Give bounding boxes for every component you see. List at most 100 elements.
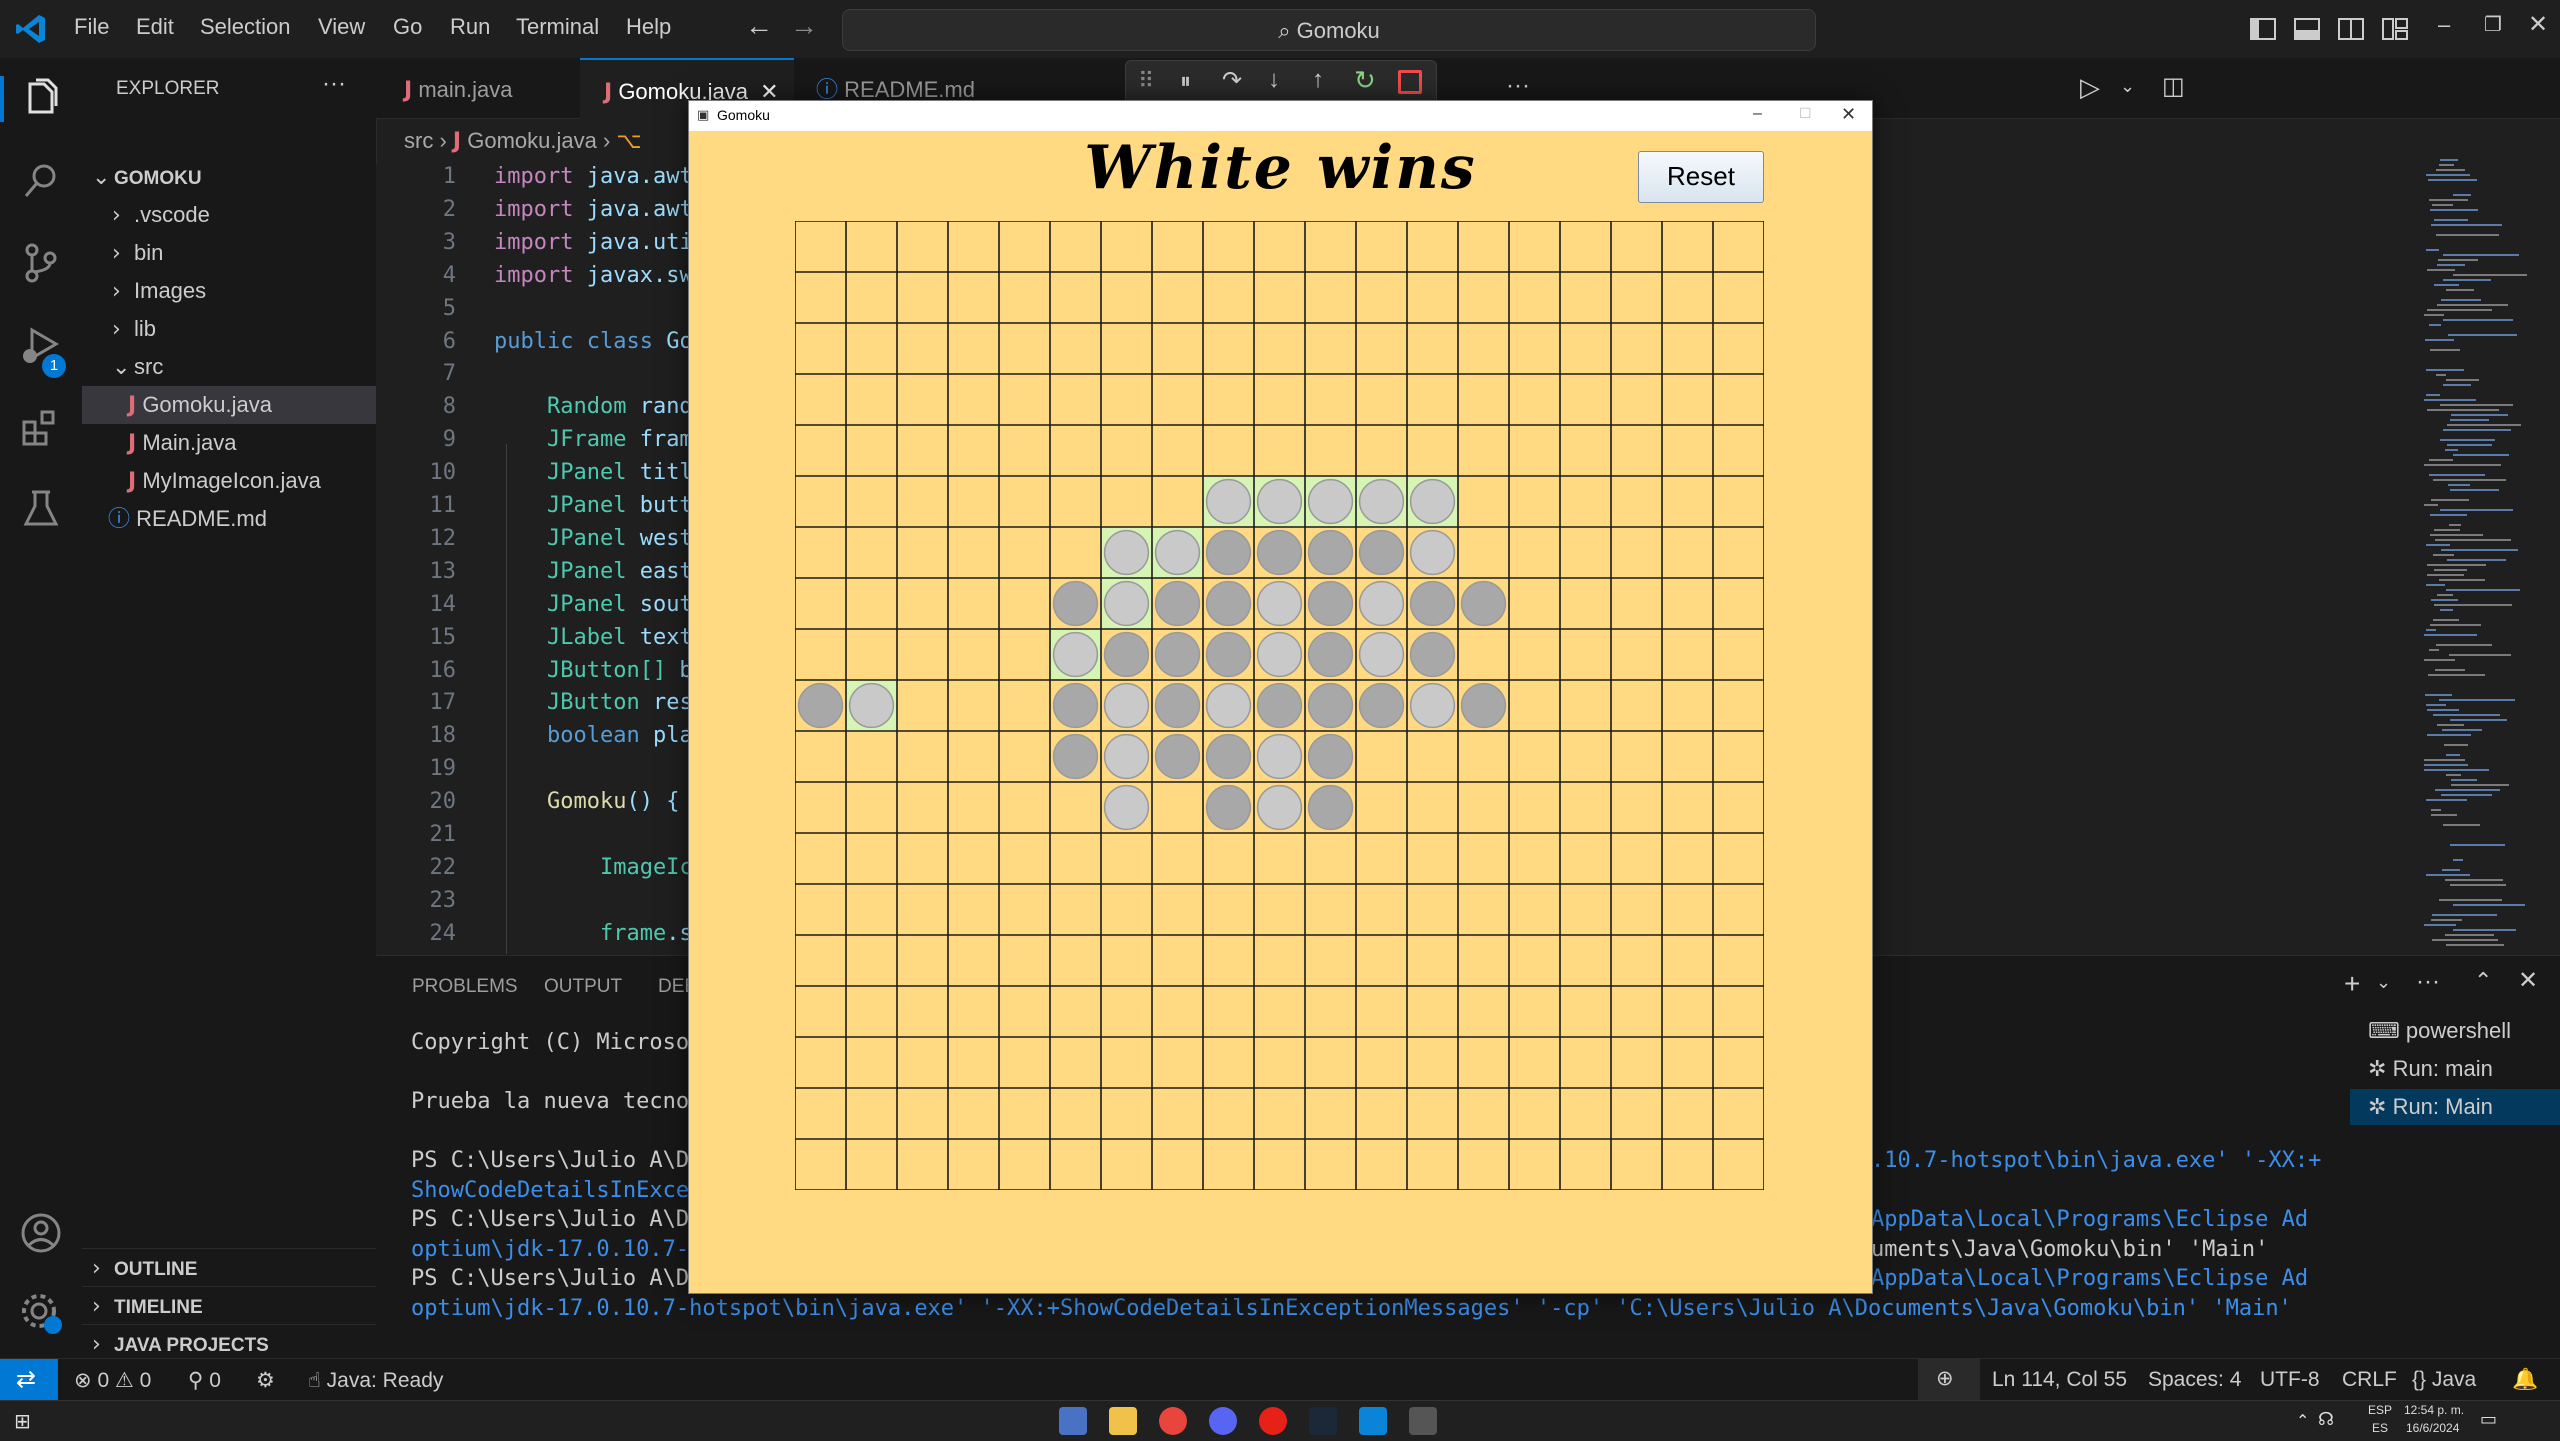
board-cell[interactable]: [1611, 782, 1662, 833]
board-cell[interactable]: [897, 1139, 948, 1190]
board-cell[interactable]: [795, 731, 846, 782]
board-cell[interactable]: [1458, 476, 1509, 527]
board-cell[interactable]: [999, 221, 1050, 272]
board-cell[interactable]: [1407, 374, 1458, 425]
board-cell[interactable]: [1305, 935, 1356, 986]
menu-selection[interactable]: Selection: [200, 14, 291, 40]
input-lang-1[interactable]: ESP: [2368, 1403, 2392, 1417]
board-cell[interactable]: [1203, 884, 1254, 935]
forward-arrow-icon[interactable]: →: [790, 10, 818, 42]
board-cell[interactable]: [948, 1037, 999, 1088]
board-cell[interactable]: [1509, 527, 1560, 578]
chevron-down-icon[interactable]: ⌄: [2120, 76, 2135, 97]
board-cell[interactable]: [1407, 1088, 1458, 1139]
board-cell[interactable]: [999, 272, 1050, 323]
board-cell[interactable]: [1203, 1139, 1254, 1190]
board-cell[interactable]: [1203, 425, 1254, 476]
clock-time[interactable]: 12:54 p. m.: [2404, 1403, 2464, 1417]
board-cell[interactable]: [897, 425, 948, 476]
board-cell[interactable]: [948, 680, 999, 731]
board-cell[interactable]: [1305, 833, 1356, 884]
board-cell[interactable]: [1509, 1088, 1560, 1139]
board-cell[interactable]: [1101, 272, 1152, 323]
file-gomoku-java[interactable]: J Gomoku.java: [82, 386, 376, 424]
board-cell[interactable]: [1611, 629, 1662, 680]
board-cell[interactable]: [846, 1037, 897, 1088]
board-cell[interactable]: [1611, 578, 1662, 629]
board-cell[interactable]: [948, 833, 999, 884]
java-status[interactable]: ☝ Java: Ready: [308, 1368, 443, 1393]
board-cell[interactable]: [846, 986, 897, 1037]
board-cell[interactable]: [1560, 1088, 1611, 1139]
board-cell[interactable]: [897, 527, 948, 578]
board-cell[interactable]: [1713, 986, 1764, 1037]
board-cell[interactable]: [1152, 323, 1203, 374]
board-cell[interactable]: [1050, 782, 1101, 833]
board-cell[interactable]: [1611, 272, 1662, 323]
board-cell[interactable]: [846, 935, 897, 986]
board-cell[interactable]: [1611, 476, 1662, 527]
run-icon[interactable]: ▷: [2080, 72, 2100, 103]
board-cell[interactable]: [1356, 782, 1407, 833]
board-cell[interactable]: [897, 782, 948, 833]
board-cell[interactable]: [1662, 680, 1713, 731]
maximize-icon[interactable]: ☐: [1799, 105, 1812, 122]
board-cell[interactable]: [1152, 986, 1203, 1037]
board-cell[interactable]: [795, 374, 846, 425]
board-cell[interactable]: [1458, 1037, 1509, 1088]
board-cell[interactable]: [1509, 782, 1560, 833]
panel-tab-output[interactable]: OUTPUT: [544, 976, 622, 998]
board-cell[interactable]: [1407, 323, 1458, 374]
board-cell[interactable]: [1254, 935, 1305, 986]
board-cell[interactable]: [948, 629, 999, 680]
board-cell[interactable]: [897, 1037, 948, 1088]
board-cell[interactable]: [1458, 731, 1509, 782]
board-cell[interactable]: [1152, 374, 1203, 425]
board-cell[interactable]: [948, 527, 999, 578]
board-cell[interactable]: [846, 833, 897, 884]
menu-run[interactable]: Run: [450, 14, 490, 40]
board-cell[interactable]: [1509, 680, 1560, 731]
toggle-panel-icon[interactable]: [2292, 14, 2322, 44]
board-cell[interactable]: [1101, 476, 1152, 527]
board-cell[interactable]: [1662, 323, 1713, 374]
close-panel-icon[interactable]: ✕: [2518, 966, 2538, 995]
board-cell[interactable]: [1662, 221, 1713, 272]
board-cell[interactable]: [1407, 833, 1458, 884]
board-cell[interactable]: [1101, 935, 1152, 986]
board-cell[interactable]: [1254, 1139, 1305, 1190]
menu-help[interactable]: Help: [626, 14, 671, 40]
section-outline[interactable]: › OUTLINE: [82, 1248, 376, 1287]
board-cell[interactable]: [1560, 680, 1611, 731]
board-cell[interactable]: [897, 884, 948, 935]
board-cell[interactable]: [1305, 1088, 1356, 1139]
board-cell[interactable]: [795, 884, 846, 935]
notifications-bell-icon[interactable]: 🔔: [2512, 1368, 2538, 1392]
remote-indicator[interactable]: ⇄: [0, 1359, 58, 1401]
tab-main-java[interactable]: J main.java: [376, 58, 576, 118]
board-cell[interactable]: [897, 1088, 948, 1139]
board-cell[interactable]: [1407, 884, 1458, 935]
board-cell[interactable]: [846, 272, 897, 323]
testing-icon[interactable]: [18, 486, 64, 532]
board-cell[interactable]: [1662, 476, 1713, 527]
terminal-item-run-main[interactable]: ✲ Run: main: [2350, 1051, 2560, 1087]
step-into-icon[interactable]: ↓: [1268, 66, 1280, 94]
board-cell[interactable]: [999, 1139, 1050, 1190]
customize-layout-icon[interactable]: [2380, 14, 2410, 44]
line-ending[interactable]: CRLF: [2342, 1368, 2397, 1392]
board-cell[interactable]: [1254, 986, 1305, 1037]
board-cell[interactable]: [948, 1139, 999, 1190]
pause-icon[interactable]: ⏸: [1180, 68, 1191, 94]
board-cell[interactable]: [1050, 374, 1101, 425]
board-cell[interactable]: [1458, 629, 1509, 680]
board-cell[interactable]: [1356, 833, 1407, 884]
board-cell[interactable]: [948, 884, 999, 935]
board-cell[interactable]: [1611, 986, 1662, 1037]
board-cell[interactable]: [1611, 680, 1662, 731]
board-cell[interactable]: [846, 323, 897, 374]
board-cell[interactable]: [1662, 1139, 1713, 1190]
board-cell[interactable]: [1509, 1139, 1560, 1190]
board-cell[interactable]: [1050, 221, 1101, 272]
board-cell[interactable]: [1662, 425, 1713, 476]
